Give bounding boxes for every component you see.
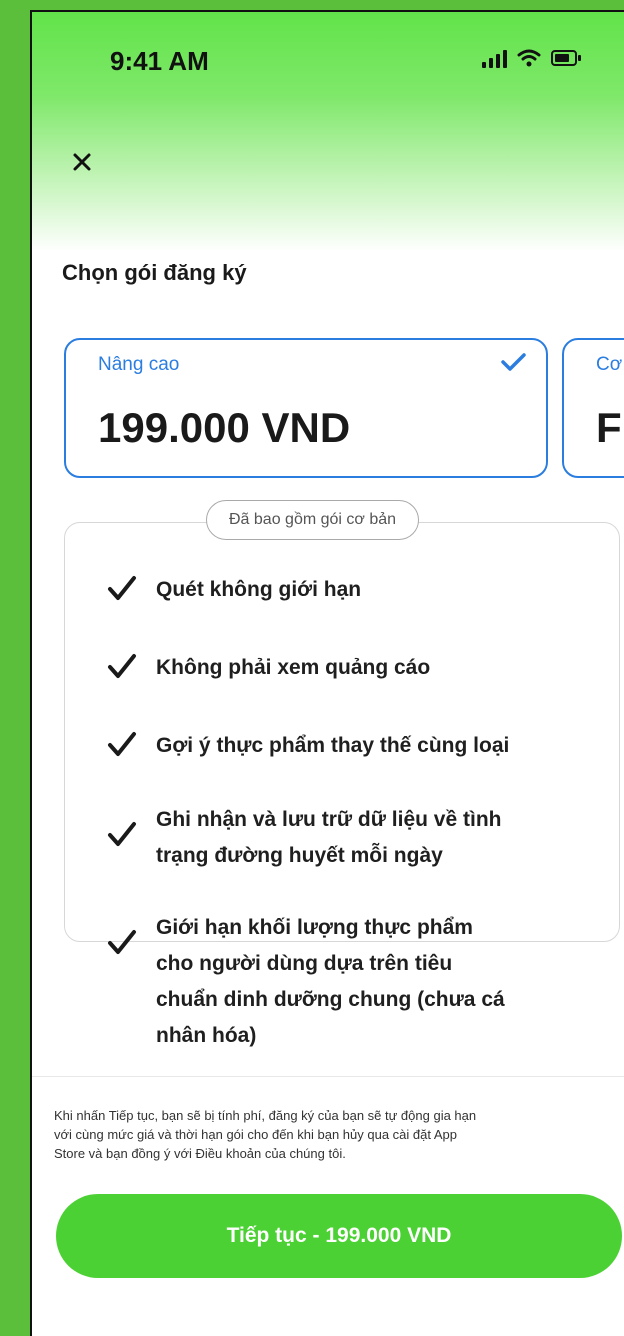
plan-card-basic[interactable]: Cơ bản Fr: [562, 338, 624, 478]
checkmark-icon: [108, 930, 136, 954]
footer-divider: [32, 1076, 624, 1077]
checkmark-icon: [108, 732, 136, 756]
feature-text: Ghi nhận và lưu trữ dữ liệu về tình trạn…: [156, 808, 502, 867]
signal-icon: [482, 48, 507, 68]
status-icons: [482, 48, 581, 68]
plan-name: Cơ bản: [596, 354, 624, 375]
feature-item: Quét không giới hạn: [102, 572, 602, 608]
footer-panel: Khi nhấn Tiếp tục, bạn sẽ bị tính phí, đ…: [32, 1076, 624, 1336]
check-icon: [501, 353, 526, 371]
feature-item: Gợi ý thực phẩm thay thế cùng loại: [102, 728, 602, 764]
plan-name: Nâng cao: [98, 354, 180, 375]
feature-text: Quét không giới hạn: [156, 578, 362, 601]
feature-text: Giới hạn khối lượng thực phẩm cho người …: [156, 916, 505, 1047]
plan-price: Fr: [596, 404, 624, 451]
close-icon: [73, 153, 91, 171]
checkmark-icon: [108, 822, 136, 846]
plan-price: 199.000 VND: [98, 404, 351, 451]
checkmark-icon: [108, 654, 136, 678]
disclaimer-text: Khi nhấn Tiếp tục, bạn sẽ bị tính phí, đ…: [54, 1108, 477, 1161]
included-badge: Đã bao gồm gói cơ bản: [206, 500, 420, 540]
feature-item: Giới hạn khối lượng thực phẩm cho người …: [102, 910, 602, 1054]
checkmark-icon: [108, 576, 136, 600]
status-time: 9:41 AM: [110, 46, 209, 76]
plan-card-advanced[interactable]: Nâng cao 199.000 VND: [64, 338, 548, 478]
battery-icon: [551, 50, 581, 66]
close-button[interactable]: [62, 142, 102, 182]
section-title: Chọn gói đăng ký: [62, 260, 247, 285]
status-bar: 9:41 AM: [32, 12, 624, 102]
feature-item: Ghi nhận và lưu trữ dữ liệu về tình trạn…: [102, 802, 602, 874]
feature-item: Không phải xem quảng cáo: [102, 650, 602, 686]
wifi-icon: [517, 49, 541, 67]
app-screen: 9:41 AM Chọn gói đăng ký Nâng cao 199.00…: [30, 10, 624, 1336]
feature-text: Gợi ý thực phẩm thay thế cùng loại: [156, 734, 510, 757]
feature-text: Không phải xem quảng cáo: [156, 656, 431, 679]
continue-button[interactable]: Tiếp tục - 199.000 VND: [56, 1194, 622, 1278]
